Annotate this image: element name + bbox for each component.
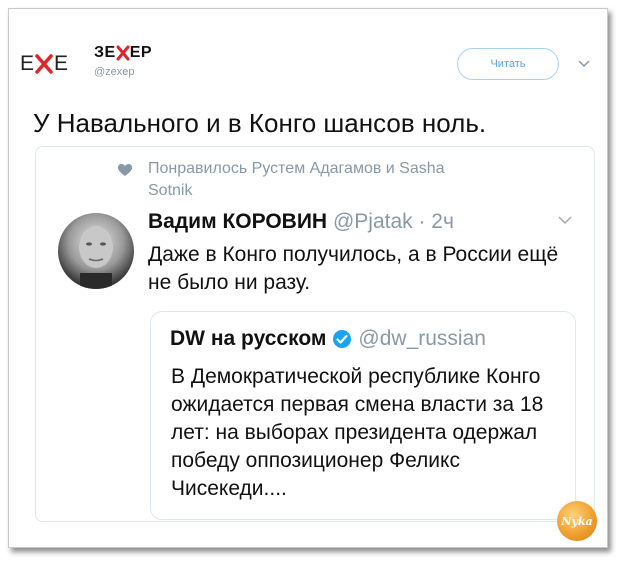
follow-button[interactable]: Читать [457,48,559,80]
logo-letter-right: E [54,52,69,75]
watermark-label: Nyka [561,514,593,528]
person-photo-icon [79,226,113,289]
heart-icon [117,163,133,176]
quoted-author[interactable]: Вадим КОРОВИН @Pjatak · 2ч [148,210,454,234]
verified-badge-icon [333,330,352,348]
account-handle[interactable]: @zexep [94,66,135,78]
quoted-tweet-text: Даже в Конго получилось, а в России ещё … [148,243,559,294]
chevron-down-icon[interactable] [558,216,572,224]
avatar[interactable] [58,213,134,289]
chevron-down-icon[interactable] [578,60,590,68]
nested-quote-author[interactable]: DW на русском @dw_russian [170,327,486,351]
account-name-part1: ЗЕ [94,44,116,61]
logo-letter-left: E [20,52,35,75]
liked-by-text: Понравилось Рустем Адагамов и Sasha Sotn… [148,160,445,199]
account-name[interactable]: ЗЕ ЕР [94,44,152,62]
nested-quote-text: В Демократической республике Конго ожида… [171,365,544,500]
red-x-icon [116,45,130,61]
tweet-text: У Навального и в Конго шансов ноль. [33,108,487,138]
red-x-icon [35,54,53,74]
nested-author-name: DW на русском [170,327,327,350]
account-name-part2: ЕР [129,44,153,61]
nested-author-handle: @dw_russian [358,327,486,350]
watermark-badge: Nyka [557,501,597,541]
quoted-author-name: Вадим КОРОВИН [148,210,328,233]
quoted-author-meta: @Pjatak · 2ч [332,210,454,233]
account-logo[interactable]: E E [20,46,80,82]
